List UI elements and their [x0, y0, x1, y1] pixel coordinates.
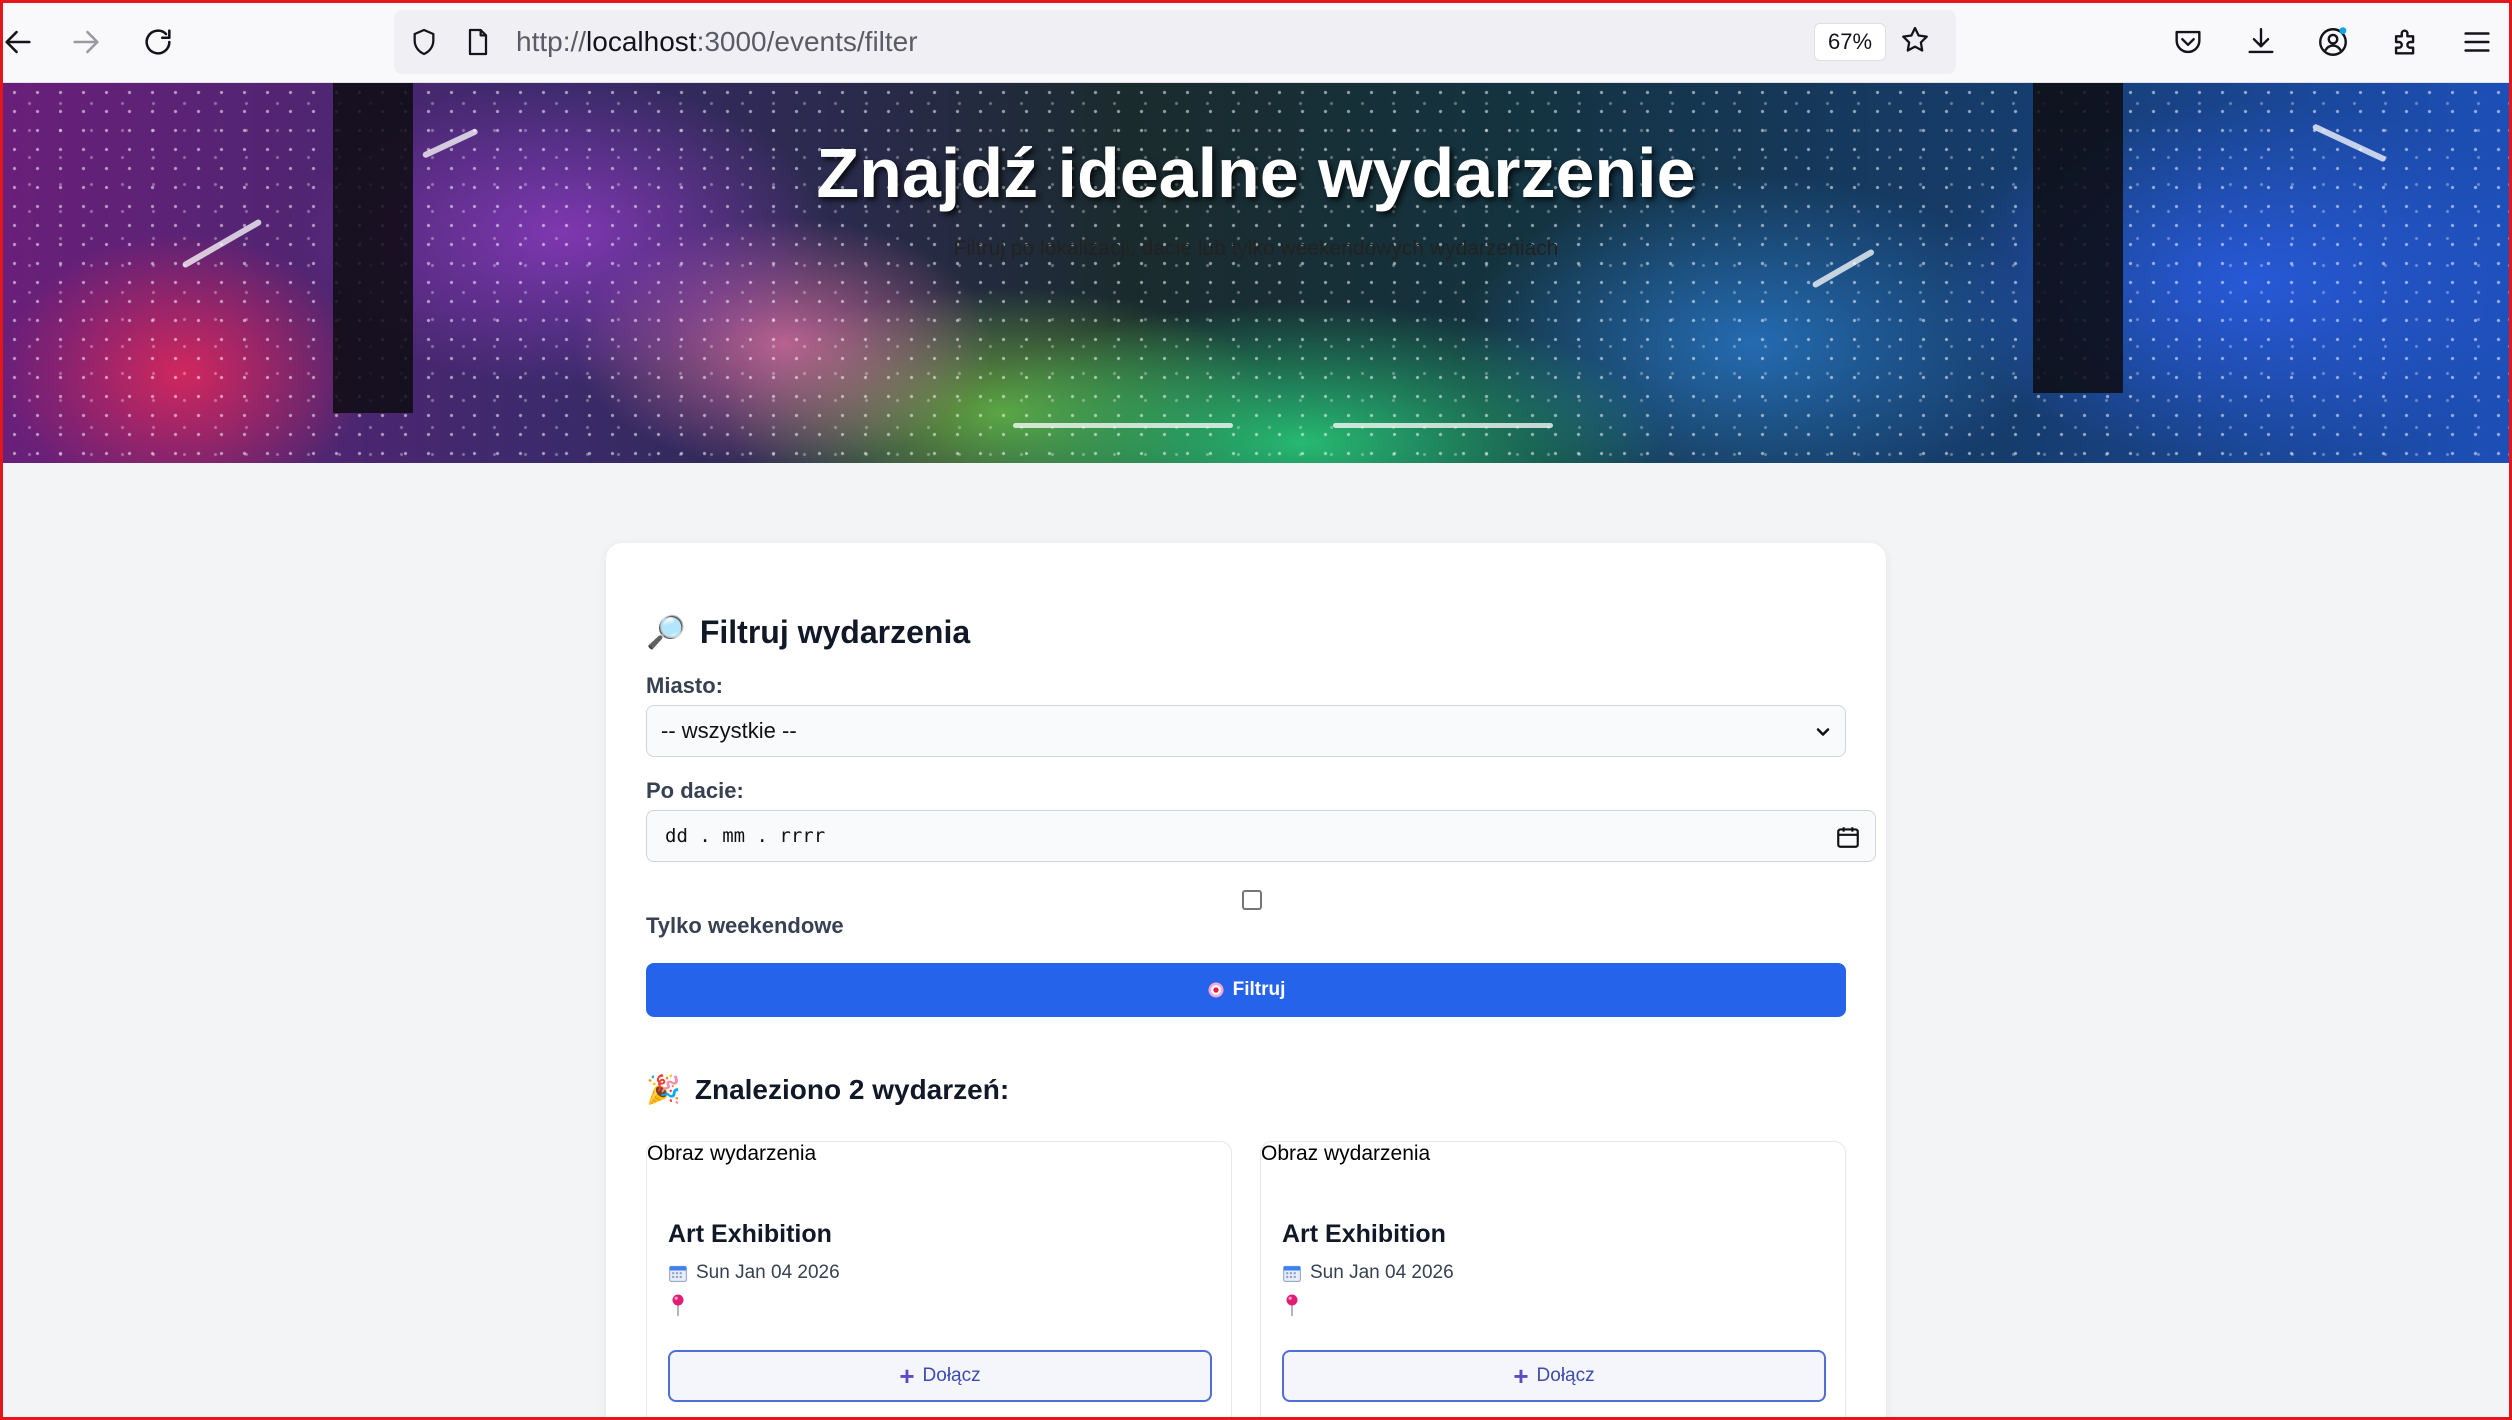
filter-heading: 🔎 Filtruj wydarzenia: [646, 613, 970, 651]
event-image: Obraz wydarzenia: [647, 1142, 817, 1165]
hero-subtitle: Filtruj po lokalizacji, dacie lub tylko …: [953, 237, 1559, 260]
arrow-left-icon: [5, 30, 31, 54]
event-title[interactable]: Art Exhibition: [668, 1220, 832, 1249]
arrow-right-icon: [73, 30, 99, 54]
plus-icon: +: [1513, 1361, 1529, 1391]
pin-icon: [1286, 1294, 1298, 1316]
city-label: Miasto:: [646, 673, 723, 698]
filter-card: 🔎 Filtruj wydarzenia Miasto: -- wszystki…: [606, 543, 1886, 1420]
zoom-indicator[interactable]: 67%: [1814, 23, 1886, 61]
pocket-icon: [2175, 30, 2201, 54]
event-date: Sun Jan 04 2026: [1282, 1262, 1454, 1284]
event-image: Obraz wydarzenia: [1261, 1142, 1431, 1165]
back-button[interactable]: [0, 18, 42, 66]
join-button[interactable]: + Dołącz: [1282, 1350, 1826, 1402]
event-location: [670, 1293, 686, 1322]
url-path: :3000/events/filter: [696, 26, 918, 57]
address-bar[interactable]: http://localhost:3000/events/filter 67%: [394, 10, 1956, 74]
join-button-label: Dołącz: [922, 1365, 981, 1386]
filter-button-label: Filtruj: [1232, 979, 1286, 1000]
event-location: [1284, 1293, 1300, 1322]
download-icon: [2248, 28, 2274, 54]
city-select-value: -- wszystkie --: [661, 718, 797, 743]
hero-banner: Znajdź idealne wydarzenie Filtruj po lok…: [3, 83, 2509, 463]
results-heading: 🎉 Znaleziono 2 wydarzeń:: [646, 1073, 1009, 1106]
event-card[interactable]: Obraz wydarzenia Art Exhibition Sun Jan …: [1260, 1141, 1846, 1420]
account-button[interactable]: [2309, 18, 2357, 66]
date-input-placeholder: dd . mm . rrrr: [665, 825, 826, 847]
extensions-button[interactable]: [2382, 18, 2430, 66]
forward-button[interactable]: [62, 18, 110, 66]
pocket-button[interactable]: [2164, 18, 2212, 66]
chevron-down-icon: [1816, 728, 1830, 736]
target-icon: [1208, 982, 1224, 998]
filter-heading-text: Filtruj wydarzenia: [699, 613, 971, 650]
date-input[interactable]: dd . mm . rrrr: [646, 810, 1876, 862]
hero-stage-light: [1333, 423, 1553, 428]
puzzle-icon: [2394, 29, 2415, 55]
weekend-checkbox[interactable]: [1242, 890, 1262, 910]
calendar-icon: [669, 1265, 687, 1282]
weekend-label: Tylko weekendowe: [646, 913, 844, 938]
hero-stage-light: [1013, 423, 1233, 428]
url-prefix: http://: [516, 26, 587, 57]
hamburger-icon: [2464, 32, 2490, 52]
shield-icon[interactable]: [406, 24, 442, 60]
url-host: localhost: [586, 26, 697, 57]
join-button[interactable]: + Dołącz: [668, 1350, 1212, 1402]
event-card[interactable]: Obraz wydarzenia Art Exhibition Sun Jan …: [646, 1141, 1232, 1420]
browser-toolbar: http://localhost:3000/events/filter 67%: [0, 0, 2512, 83]
reload-button[interactable]: [134, 18, 182, 66]
filter-button[interactable]: Filtruj: [646, 963, 1846, 1017]
pin-icon: [672, 1294, 684, 1316]
hero-title: Znajdź idealne wydarzenie: [816, 134, 1696, 212]
url-text[interactable]: http://localhost:3000/events/filter: [516, 10, 918, 74]
reload-icon: [145, 29, 171, 55]
downloads-button[interactable]: [2237, 18, 2285, 66]
join-button-label: Dołącz: [1536, 1365, 1595, 1386]
city-select[interactable]: -- wszystkie --: [646, 705, 1846, 757]
event-date-text: Sun Jan 04 2026: [1310, 1262, 1454, 1283]
calendar-icon[interactable]: [1835, 824, 1861, 850]
account-icon: [2319, 27, 2347, 56]
event-date-text: Sun Jan 04 2026: [696, 1262, 840, 1283]
bookmark-star-icon[interactable]: [1897, 22, 1933, 58]
date-label: Po dacie:: [646, 778, 744, 803]
event-title[interactable]: Art Exhibition: [1282, 1220, 1446, 1249]
event-date: Sun Jan 04 2026: [668, 1262, 840, 1284]
magnifier-icon: 🔎: [646, 614, 686, 650]
page-icon[interactable]: [460, 24, 496, 60]
plus-icon: +: [899, 1361, 915, 1391]
calendar-icon: [1283, 1265, 1301, 1282]
results-heading-text: Znaleziono 2 wydarzeń:: [694, 1073, 1010, 1105]
menu-button[interactable]: [2453, 18, 2501, 66]
party-popper-icon: 🎉: [646, 1074, 681, 1105]
